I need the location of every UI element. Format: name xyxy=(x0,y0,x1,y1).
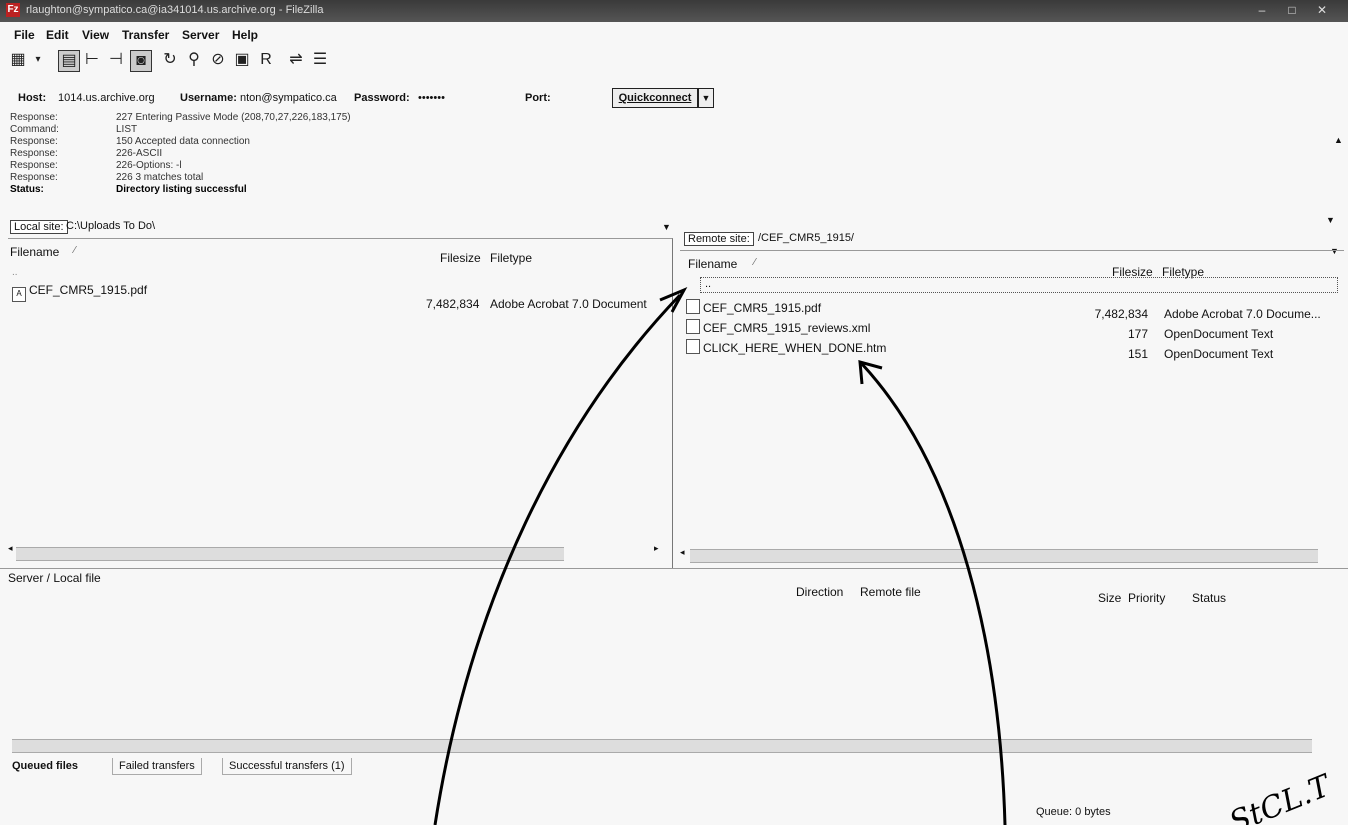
handwritten-signature: StCL.T xyxy=(1225,768,1337,825)
handwritten-annotations: StCL.T xyxy=(433,286,1337,825)
arrow-head-left xyxy=(659,286,688,313)
arrow-line-left xyxy=(433,293,682,825)
arrow-line-right xyxy=(860,362,1007,825)
